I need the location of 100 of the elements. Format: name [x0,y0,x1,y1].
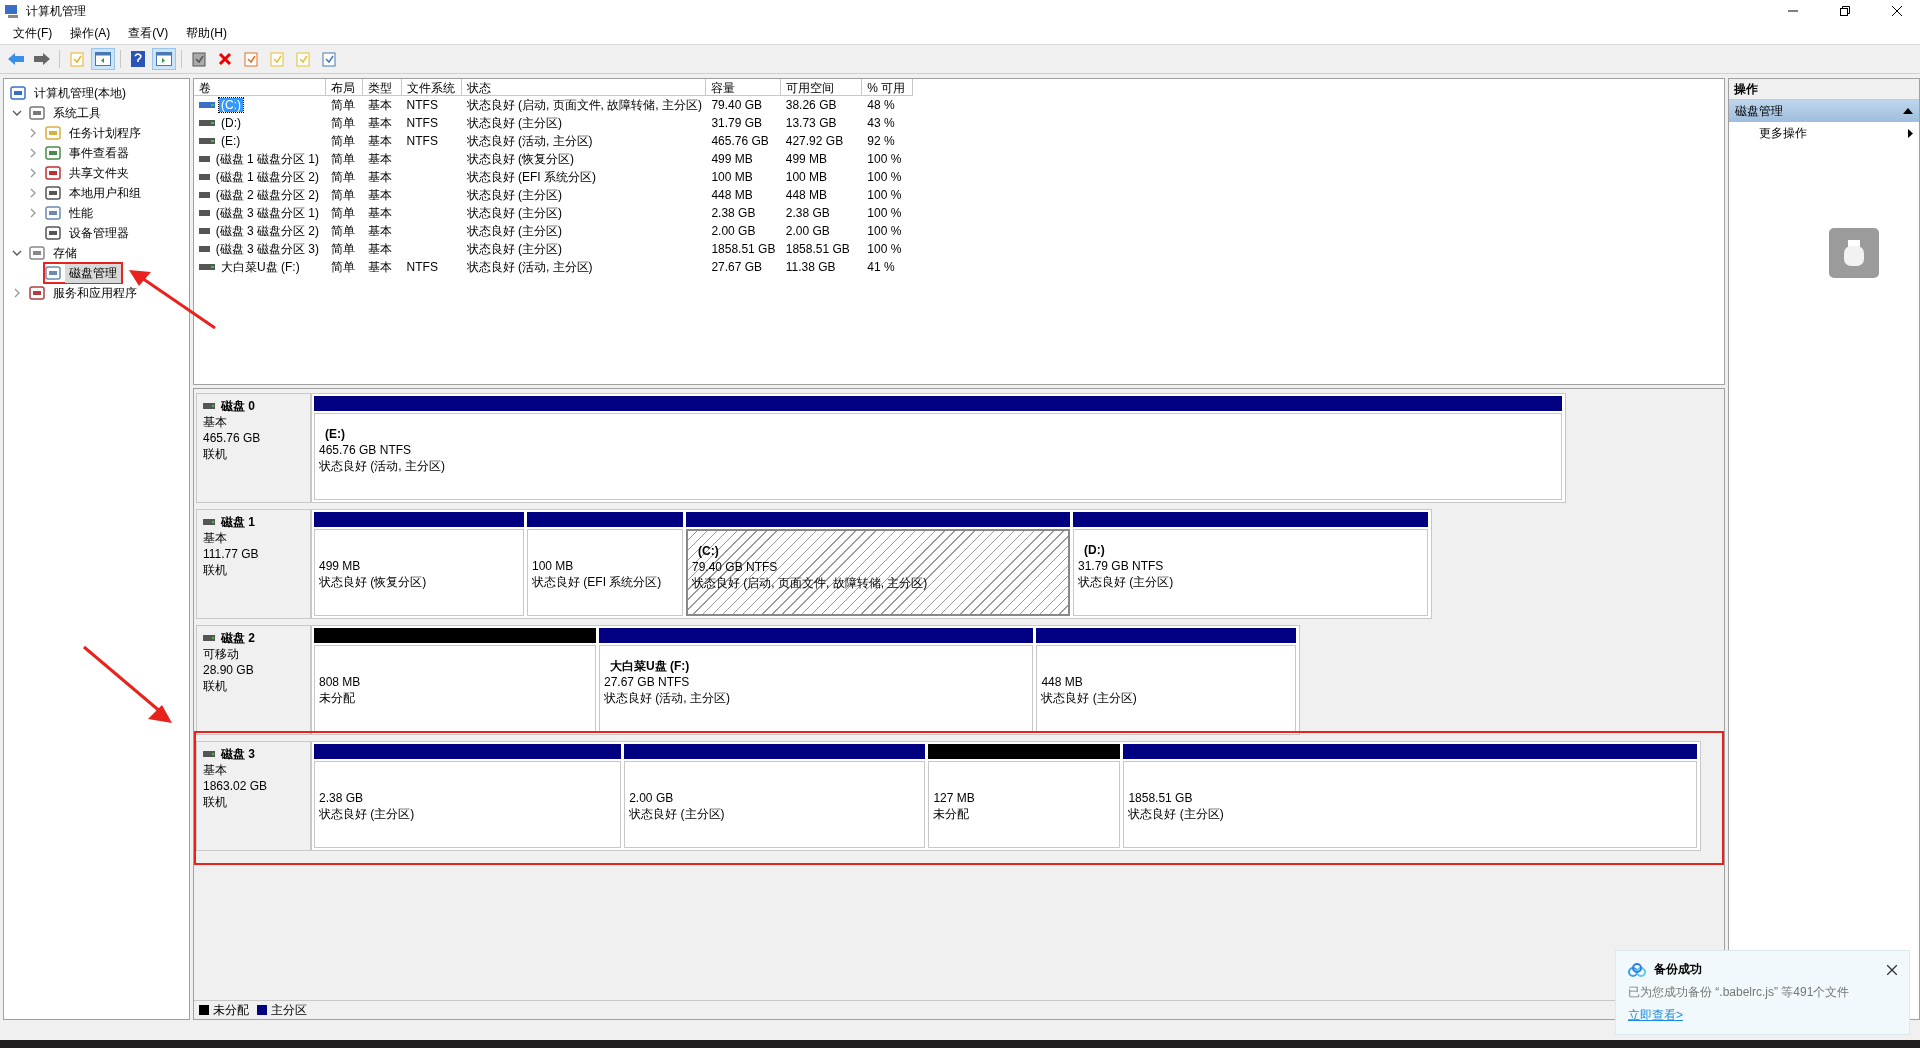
partition-block[interactable]: (E:) 465.76 GB NTFS 状态良好 (活动, 主分区) [314,413,1562,500]
volume-name[interactable]: (磁盘 1 磁盘分区 1) [213,150,321,168]
volume-name[interactable]: (磁盘 3 磁盘分区 2) [213,222,321,240]
partition-block[interactable]: 808 MB 未分配 [314,645,596,732]
table-cell: 基本 [368,132,393,150]
help-icon [131,51,145,67]
table-cell: 2.00 GB [785,224,830,238]
drive-icon [199,155,210,163]
partition-status: 状态良好 (主分区) [319,806,416,822]
partition-size: 448 MB [1041,674,1084,690]
table-cell: 100 % [867,152,902,166]
menu-item[interactable]: 操作(A) [61,22,120,44]
menu-item[interactable]: 文件(F) [4,22,62,44]
menu-item[interactable]: 查看(V) [119,22,178,44]
volume-name[interactable]: 大白菜U盘 (F:) [219,258,302,276]
usb-drive-icon [1842,238,1866,268]
action-item[interactable]: 更多操作 [1729,122,1919,144]
legend-label: 未分配 [213,1001,249,1019]
table-cell: 简单 [331,222,355,240]
table-cell: NTFS [406,98,438,112]
partition-block[interactable]: 2.38 GB 状态良好 (主分区) [314,761,622,848]
partition-block[interactable]: (C:) 79.40 GB NTFS 状态良好 (启动, 页面文件, 故障转储, 主分区) [686,529,1070,616]
table-cell: 100 % [867,242,902,256]
column-header[interactable]: % 可用 [862,79,913,96]
partition-size: 127 MB [933,790,976,806]
table-cell: 499 MB [711,152,753,166]
disk-size: 28.90 GB [203,662,255,678]
table-cell: 简单 [331,168,355,186]
tree-item[interactable]: 服务和应用程序 [27,282,143,304]
toolbar-button[interactable] [91,48,115,70]
disk-status: 联机 [203,446,228,462]
column-header[interactable]: 可用空间 [780,79,863,96]
partition-block[interactable]: (D:) 31.79 GB NTFS 状态良好 (主分区) [1073,529,1429,616]
disk-status: 联机 [203,794,228,810]
partition-size: 79.40 GB NTFS [692,559,779,575]
column-header[interactable]: 类型 [363,79,402,96]
table-cell: 状态良好 (主分区) [466,222,562,240]
partition-block[interactable]: 100 MB 状态良好 (EFI 系统分区) [527,529,683,616]
disk-size: 465.76 GB [203,430,262,446]
tree-item[interactable]: 系统工具 [27,102,107,124]
volume-name[interactable]: (磁盘 3 磁盘分区 3) [213,240,321,258]
partition-block[interactable]: 大白菜U盘 (F:) 27.67 GB NTFS 状态良好 (活动, 主分区) [599,645,1034,732]
column-header[interactable]: 状态 [461,79,707,96]
volume-name[interactable]: (磁盘 3 磁盘分区 1) [213,204,321,222]
menu-item[interactable]: 帮助(H) [177,22,236,44]
volume-name[interactable]: (E:) [219,134,243,148]
table-cell: 11.38 GB [785,260,836,274]
partition-block[interactable]: 1858.51 GB 状态良好 (主分区) [1123,761,1697,848]
partition-status: 未分配 [319,690,356,706]
volume-name[interactable]: (磁盘 1 磁盘分区 2) [213,168,321,186]
table-cell: 简单 [331,258,355,276]
table-cell: 100 MB [785,170,828,184]
table-cell: 状态良好 (主分区) [466,204,562,222]
tree-item[interactable]: 事件查看器 [43,142,135,164]
tree-item[interactable]: 存储 [27,242,83,264]
table-cell: 427.92 GB [785,134,844,148]
table-cell: 基本 [368,258,393,276]
partition-size: 31.79 GB NTFS [1078,558,1165,574]
drive-icon [199,101,215,109]
table-cell: 100 % [867,206,902,220]
table-cell: 简单 [331,186,355,204]
table-cell: 2.38 GB [785,206,830,220]
checklist-icon [321,51,337,67]
table-cell: 79.40 GB [711,98,763,112]
partition-size: 2.38 GB [319,790,365,806]
partition-block[interactable]: 2.00 GB 状态良好 (主分区) [624,761,926,848]
column-header[interactable]: 容量 [706,79,781,96]
tree-item[interactable]: 性能 [43,202,99,224]
partition-size: 499 MB [319,558,362,574]
volume-name[interactable]: (磁盘 2 磁盘分区 2) [213,186,321,204]
tree-item[interactable]: 磁盘管理 [43,262,123,284]
close-button[interactable] [1887,964,1897,975]
table-cell: 简单 [331,114,355,132]
view-link[interactable]: 立即查看> [1628,1007,1683,1024]
back-icon [7,52,25,66]
tree-item[interactable]: 计算机管理(本地) [8,82,132,104]
table-cell: 100 MB [711,170,753,184]
partition-block[interactable]: 127 MB 未分配 [928,761,1121,848]
tree-item[interactable]: 本地用户和组 [43,182,147,204]
tree-item[interactable]: 共享文件夹 [43,162,135,184]
tree-item[interactable]: 设备管理器 [43,222,135,244]
tree-item[interactable]: 任务计划程序 [43,122,147,144]
partition-block[interactable]: 448 MB 状态良好 (主分区) [1036,645,1296,732]
column-header[interactable]: 布局 [326,79,364,96]
partition-status: 状态良好 (恢复分区) [319,574,428,590]
action-section[interactable]: 磁盘管理 [1729,100,1919,122]
table-cell: 基本 [368,204,393,222]
toolbar-button[interactable] [152,48,176,70]
usb-widget[interactable] [1829,228,1879,278]
partition-status: 状态良好 (活动, 主分区) [604,690,731,706]
partition-size: 808 MB [319,674,362,690]
table-cell: 31.79 GB [711,116,763,130]
column-header[interactable]: 卷 [194,79,326,96]
volume-name[interactable]: (D:) [219,116,243,130]
disk-status: 联机 [203,562,228,578]
column-header[interactable]: 文件系统 [401,79,462,96]
partition-block[interactable]: 499 MB 状态良好 (恢复分区) [314,529,524,616]
collapse-icon [1903,108,1913,114]
disk-type: 可移动 [203,646,240,662]
table-cell: 简单 [331,150,355,168]
